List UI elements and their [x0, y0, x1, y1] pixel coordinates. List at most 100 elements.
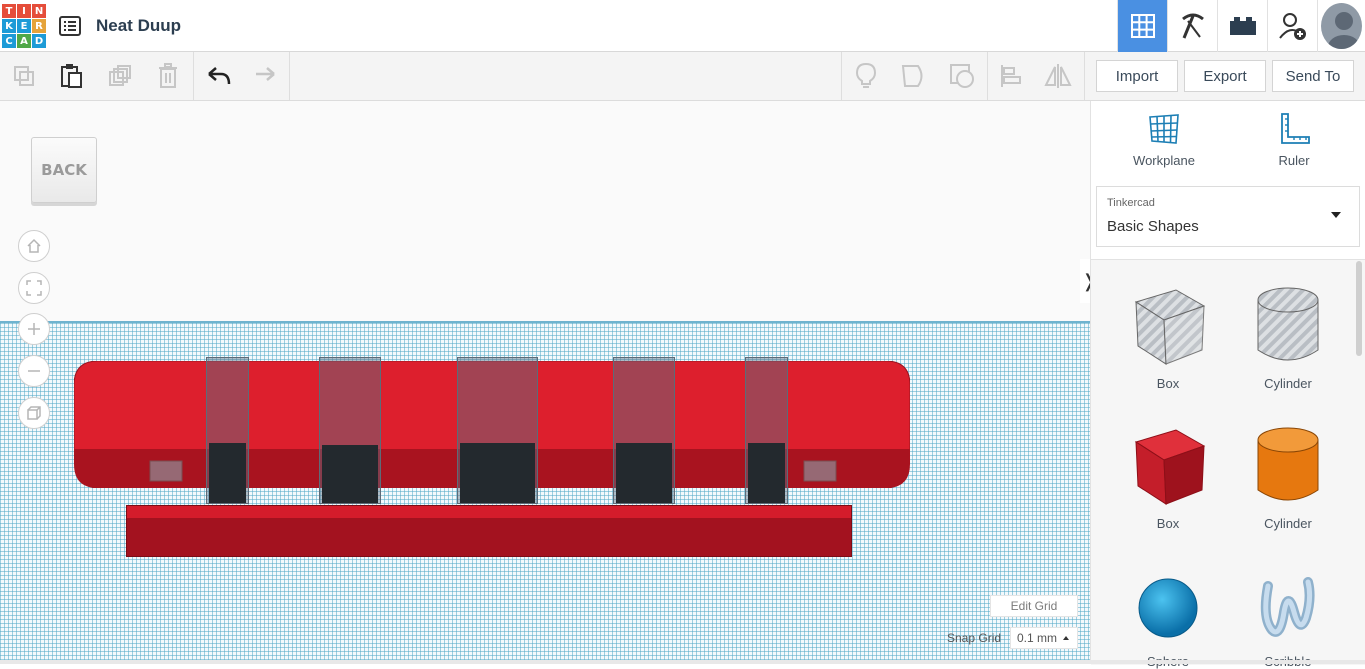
red-front-bar-shape[interactable]	[126, 505, 852, 557]
hole-slot[interactable]	[745, 357, 788, 504]
redo-button[interactable]	[249, 60, 281, 92]
snap-grid-value: 0.1 mm	[1017, 631, 1058, 645]
workplane-edge	[0, 321, 1090, 323]
logo-letter: A	[17, 34, 31, 48]
hole-slot[interactable]	[457, 357, 538, 504]
logo-letter: D	[32, 34, 46, 48]
caret-down-icon	[1331, 212, 1341, 218]
duplicate-icon	[109, 65, 131, 86]
sphere-blue-icon	[1138, 578, 1198, 638]
window-bottom-edge	[0, 660, 1365, 664]
box-red-icon	[1134, 429, 1206, 505]
copy-button[interactable]	[8, 60, 40, 92]
profile-button[interactable]	[1317, 0, 1365, 52]
cylinder-hole-icon	[1257, 287, 1319, 361]
snap-grid-label: Snap Grid	[947, 631, 1002, 645]
logo-letter: E	[17, 19, 31, 33]
hole-slot[interactable]	[613, 357, 675, 504]
hole-slot[interactable]	[206, 357, 249, 504]
solid-button[interactable]	[898, 60, 930, 92]
shape-label: Box	[1156, 376, 1180, 391]
shapes-panel: Workplane Ruler Tinkercad Basic Shapes B…	[1090, 101, 1365, 669]
invite-button[interactable]	[1267, 0, 1317, 52]
add-user-icon	[1278, 13, 1306, 40]
shape-library-dropdown[interactable]: Tinkercad Basic Shapes	[1096, 186, 1360, 247]
undo-icon	[208, 67, 231, 85]
minus-icon	[28, 370, 40, 372]
logo-letter: T	[2, 4, 16, 18]
undo-button[interactable]	[202, 60, 234, 92]
align-button[interactable]	[995, 60, 1027, 92]
snap-grid-select[interactable]: 0.1 mm	[1010, 627, 1078, 649]
mirror-button[interactable]	[1042, 60, 1074, 92]
fit-view-icon	[26, 280, 42, 296]
workplane-tool[interactable]: Workplane	[1119, 111, 1209, 168]
workplane-icon	[1149, 114, 1179, 144]
trash-icon	[159, 63, 177, 88]
3d-view-icon	[1130, 14, 1155, 38]
edit-grid-button[interactable]: Edit Grid	[990, 595, 1078, 617]
toolbar-divider	[289, 52, 290, 100]
zoom-out-button[interactable]	[18, 355, 50, 387]
shape-box-hole[interactable]: Box	[1113, 280, 1223, 391]
logo-letter: K	[2, 19, 16, 33]
perspective-cube-icon	[27, 406, 41, 420]
paste-icon	[61, 64, 82, 88]
align-icon	[1001, 65, 1021, 87]
paste-button[interactable]	[55, 60, 87, 92]
ruler-icon	[1281, 113, 1310, 144]
toolbar-divider	[193, 52, 194, 100]
shape-label: Box	[1156, 516, 1180, 531]
3d-view-button[interactable]	[1117, 0, 1167, 52]
library-name: Basic Shapes	[1107, 218, 1199, 235]
shapes-grid: Box Cylinder Box Cylinder	[1091, 259, 1365, 669]
3d-viewport[interactable]: BACK Edit Grid Snap Grid 0.1 mm	[0, 101, 1090, 664]
logo-letter: N	[32, 4, 46, 18]
workplane-label: Workplane	[1133, 153, 1195, 168]
ruler-tool[interactable]: Ruler	[1249, 111, 1339, 168]
shape-cylinder[interactable]: Cylinder	[1233, 420, 1343, 531]
send-to-button[interactable]: Send To	[1272, 60, 1354, 92]
toolbar-divider	[1084, 52, 1085, 100]
panel-scrollbar[interactable]	[1356, 261, 1362, 356]
home-icon	[27, 238, 41, 253]
shape-sphere[interactable]: Sphere	[1113, 568, 1223, 669]
home-view-button[interactable]	[18, 230, 50, 262]
blocks-button[interactable]	[1167, 0, 1217, 52]
shape-cylinder-hole[interactable]: Cylinder	[1233, 280, 1343, 391]
view-cube[interactable]: BACK	[31, 137, 97, 203]
import-button[interactable]: Import	[1096, 60, 1178, 92]
delete-button[interactable]	[152, 60, 184, 92]
tinkercad-logo[interactable]: T I N K E R C A D	[2, 4, 46, 48]
toolbar-divider	[841, 52, 842, 100]
bricks-icon	[1229, 17, 1256, 35]
fit-view-button[interactable]	[18, 272, 50, 304]
hole-button[interactable]	[946, 60, 978, 92]
shape-label: Cylinder	[1264, 376, 1312, 391]
ruler-label: Ruler	[1278, 153, 1310, 168]
shape-scribble[interactable]: Scribble	[1233, 568, 1343, 669]
logo-letter: I	[17, 4, 31, 18]
shape-label: Cylinder	[1264, 516, 1312, 531]
plus-icon	[28, 323, 40, 335]
box-hole-icon	[1134, 289, 1206, 365]
redo-icon	[256, 67, 275, 81]
library-category: Tinkercad	[1107, 197, 1155, 209]
cylinder-orange-icon	[1257, 427, 1319, 501]
hole-slot[interactable]	[319, 357, 381, 504]
zoom-in-button[interactable]	[18, 313, 50, 345]
export-button[interactable]: Export	[1184, 60, 1266, 92]
hole-shape-icon	[950, 64, 974, 88]
shape-box[interactable]: Box	[1113, 420, 1223, 531]
lightbulb-icon	[855, 62, 877, 88]
top-right-controls	[1117, 0, 1365, 52]
perspective-button[interactable]	[18, 397, 50, 429]
design-title[interactable]: Neat Duup	[96, 16, 181, 36]
caret-up-icon	[1063, 636, 1070, 640]
duplicate-button[interactable]	[104, 60, 136, 92]
design-list-icon[interactable]	[58, 14, 82, 38]
notes-button[interactable]	[850, 60, 882, 92]
top-bar: T I N K E R C A D Neat Duup	[0, 0, 1365, 52]
mirror-icon	[1044, 64, 1072, 88]
bricks-button[interactable]	[1217, 0, 1267, 52]
